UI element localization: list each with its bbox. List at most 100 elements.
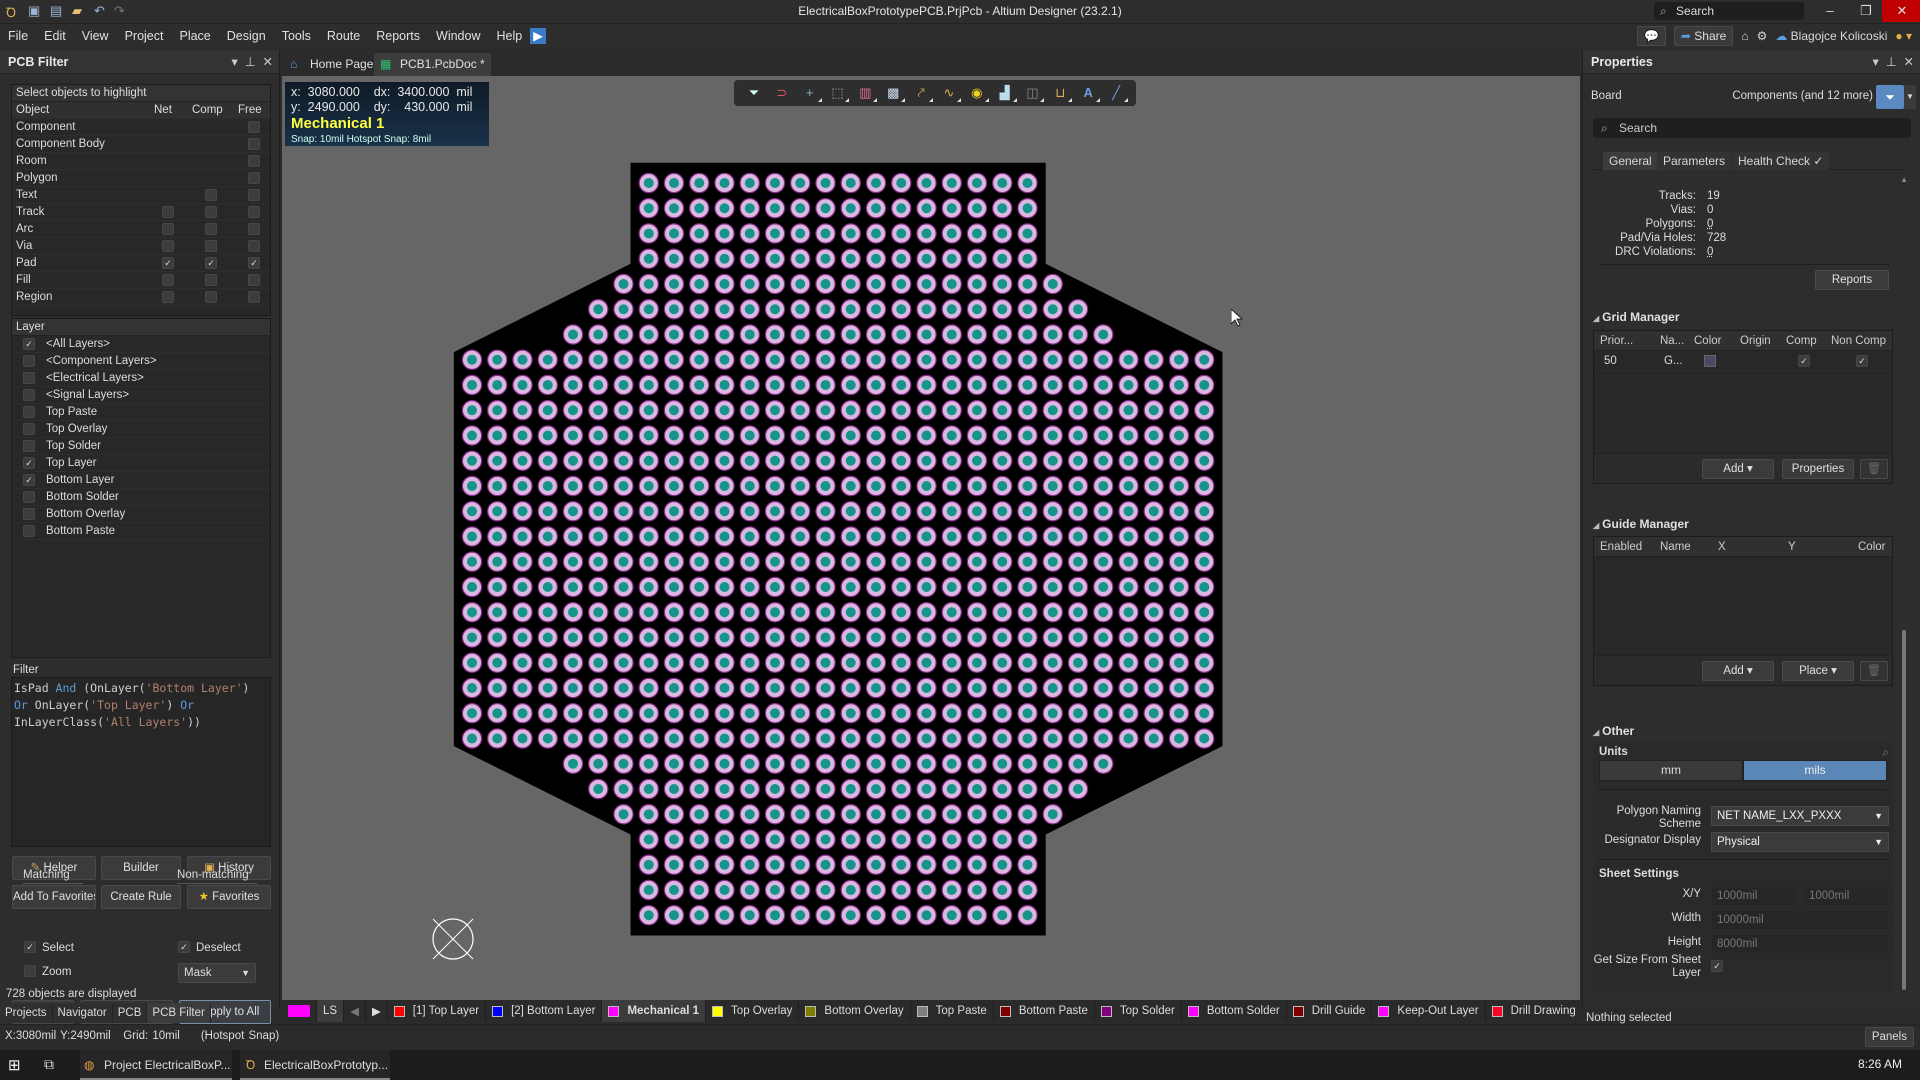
pad[interactable]	[461, 677, 483, 699]
pad[interactable]	[764, 223, 786, 244]
run-script-icon[interactable]: ▶	[530, 28, 546, 44]
pad[interactable]	[1143, 349, 1164, 370]
pad[interactable]	[714, 198, 735, 219]
pad[interactable]	[1118, 728, 1139, 749]
pad[interactable]	[1017, 829, 1038, 850]
pad[interactable]	[1194, 450, 1215, 471]
pad[interactable]	[1042, 475, 1063, 497]
pad[interactable]	[815, 652, 836, 673]
pad[interactable]	[562, 652, 584, 673]
tab-navigator[interactable]: Navigator	[52, 1003, 113, 1023]
pad[interactable]	[739, 576, 760, 598]
pad[interactable]	[1042, 273, 1063, 295]
pad[interactable]	[815, 905, 836, 926]
pad[interactable]	[815, 324, 836, 345]
pad[interactable]	[764, 576, 786, 598]
pad[interactable]	[916, 804, 937, 825]
pad[interactable]	[840, 753, 861, 774]
pad[interactable]	[588, 349, 609, 370]
pad[interactable]	[992, 501, 1013, 522]
pad[interactable]	[663, 425, 685, 446]
pad[interactable]	[1017, 576, 1038, 598]
stat-value[interactable]: 0	[1707, 218, 1713, 230]
pad[interactable]	[1067, 627, 1089, 648]
pad[interactable]	[790, 501, 811, 522]
pad[interactable]	[840, 703, 861, 724]
pad[interactable]	[966, 198, 988, 219]
pad[interactable]	[1067, 324, 1089, 345]
pad[interactable]	[1093, 349, 1114, 370]
properties-search-input[interactable]: ⌕ Search	[1593, 118, 1911, 138]
pad[interactable]	[739, 198, 760, 219]
pad[interactable]	[588, 501, 609, 522]
pad[interactable]	[891, 576, 912, 598]
layer-tab[interactable]: Drill Drawing	[1486, 1000, 1582, 1022]
pad[interactable]	[638, 248, 659, 269]
pad[interactable]	[992, 475, 1013, 497]
pad[interactable]	[689, 299, 710, 320]
layer-row[interactable]: Top Overlay	[12, 421, 270, 438]
pad[interactable]	[941, 753, 962, 774]
pad[interactable]	[1168, 627, 1190, 648]
pad[interactable]	[663, 273, 685, 295]
pad[interactable]	[992, 576, 1013, 598]
pad[interactable]	[714, 854, 735, 875]
pad[interactable]	[865, 475, 887, 497]
pad[interactable]	[992, 273, 1013, 295]
pad[interactable]	[790, 324, 811, 345]
pad[interactable]	[1143, 551, 1164, 572]
layer-row[interactable]: <Component Layers>	[12, 353, 270, 370]
pad[interactable]	[815, 374, 836, 396]
pad[interactable]	[992, 172, 1013, 194]
pad[interactable]	[1093, 475, 1114, 497]
panels-button[interactable]: Panels	[1864, 1027, 1914, 1047]
pad[interactable]	[663, 576, 685, 598]
scroll-up-icon[interactable]: ▲	[1900, 175, 1908, 184]
pad[interactable]	[815, 778, 836, 800]
pad[interactable]	[1168, 475, 1190, 497]
pad[interactable]	[1168, 400, 1190, 421]
pad[interactable]	[1042, 602, 1063, 623]
pad[interactable]	[1042, 703, 1063, 724]
pad[interactable]	[966, 576, 988, 598]
pad[interactable]	[739, 400, 760, 421]
pad[interactable]	[1118, 652, 1139, 673]
menu-reports[interactable]: Reports	[368, 24, 428, 48]
pad[interactable]	[966, 248, 988, 269]
pad[interactable]	[840, 223, 861, 244]
pad[interactable]	[714, 400, 735, 421]
pad[interactable]	[714, 526, 735, 547]
pad[interactable]	[562, 576, 584, 598]
pad[interactable]	[638, 299, 659, 320]
pad[interactable]	[764, 374, 786, 396]
pad[interactable]	[815, 829, 836, 850]
pad[interactable]	[689, 400, 710, 421]
pad[interactable]	[992, 829, 1013, 850]
pad[interactable]	[790, 198, 811, 219]
pad[interactable]	[1093, 602, 1114, 623]
pad[interactable]	[764, 905, 786, 926]
pad[interactable]	[764, 273, 786, 295]
pad[interactable]	[739, 602, 760, 623]
pad[interactable]	[916, 551, 937, 572]
pad[interactable]	[588, 374, 609, 396]
pad[interactable]	[739, 829, 760, 850]
pad[interactable]	[1067, 652, 1089, 673]
pad[interactable]	[992, 627, 1013, 648]
pad[interactable]	[916, 273, 937, 295]
pad[interactable]	[537, 374, 558, 396]
pad[interactable]	[588, 551, 609, 572]
pad[interactable]	[840, 374, 861, 396]
pad[interactable]	[1093, 677, 1114, 699]
pad[interactable]	[1017, 703, 1038, 724]
layer-tab[interactable]: Top Overlay	[706, 1000, 800, 1022]
layer-checkbox[interactable]	[23, 491, 35, 503]
pad[interactable]	[815, 753, 836, 774]
pad[interactable]	[739, 703, 760, 724]
object-free-checkbox[interactable]	[248, 155, 260, 167]
pad[interactable]	[941, 602, 962, 623]
pad[interactable]	[840, 905, 861, 926]
pad[interactable]	[815, 551, 836, 572]
pad[interactable]	[966, 703, 988, 724]
pad[interactable]	[941, 677, 962, 699]
